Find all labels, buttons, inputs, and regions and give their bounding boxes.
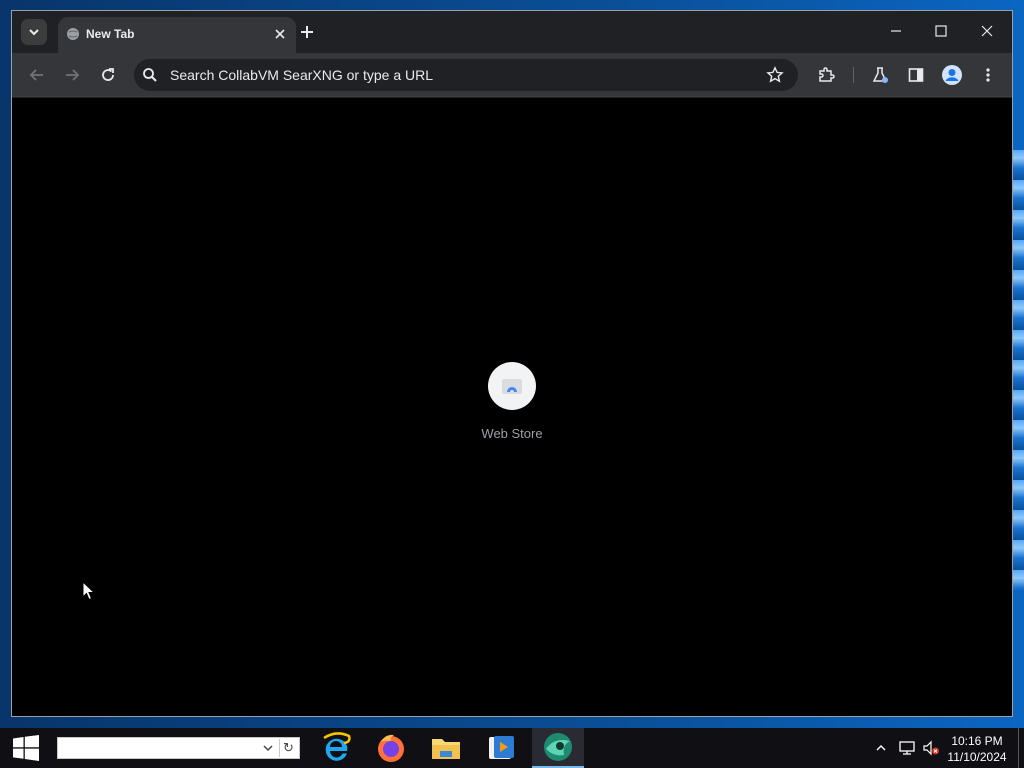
- search-icon: [143, 68, 157, 82]
- side-panel-icon: [908, 68, 924, 82]
- bookmark-star-icon[interactable]: [766, 66, 784, 84]
- firefox-icon: [378, 734, 404, 762]
- taskbar-address-toolbar[interactable]: ↻: [57, 737, 300, 759]
- side-panel-button[interactable]: [904, 63, 928, 87]
- forward-button[interactable]: [60, 63, 84, 87]
- maximize-icon: [935, 25, 947, 37]
- clock-date: 11/10/2024: [947, 750, 1007, 764]
- more-vertical-icon: [986, 68, 990, 82]
- profile-button[interactable]: [940, 63, 964, 87]
- shortcut-label: Web Store: [481, 426, 543, 441]
- browser-window: New Tab Search CollabVM SearXNG or type …: [11, 10, 1013, 717]
- close-icon: [981, 25, 993, 37]
- taskbar-app-firefox[interactable]: [365, 728, 417, 768]
- show-hidden-icons-button[interactable]: [871, 738, 891, 758]
- web-store-icon: [502, 379, 522, 394]
- extensions-button[interactable]: [814, 63, 838, 87]
- refresh-icon: ↻: [283, 740, 294, 755]
- arrow-right-icon: [66, 69, 80, 81]
- refresh-button[interactable]: ↻: [279, 739, 297, 757]
- tab-new-tab[interactable]: New Tab: [58, 17, 296, 53]
- reload-button[interactable]: [96, 63, 120, 87]
- minimize-icon: [891, 30, 901, 32]
- puzzle-icon: [819, 67, 835, 82]
- globe-icon: [67, 28, 79, 40]
- maximize-button[interactable]: [921, 17, 961, 45]
- internet-explorer-icon: [323, 732, 351, 761]
- browser-app-icon: [544, 733, 572, 761]
- chevron-up-icon: [876, 745, 886, 751]
- taskbar-app-internet-explorer[interactable]: [310, 728, 362, 768]
- flask-icon: [872, 67, 888, 83]
- close-icon: [275, 29, 285, 39]
- shortcut-web-store[interactable]: Web Store: [468, 362, 556, 452]
- back-button[interactable]: [25, 63, 49, 87]
- tab-title: New Tab: [86, 27, 135, 41]
- window-close-button[interactable]: [967, 17, 1007, 45]
- tab-search-button[interactable]: [21, 19, 47, 45]
- reload-icon: [102, 68, 114, 81]
- taskbar: ↻ 10:16 PM 11/10/2024: [0, 728, 1024, 768]
- taskbar-app-browser[interactable]: [532, 728, 584, 768]
- labs-button[interactable]: [868, 63, 892, 87]
- volume-button[interactable]: [921, 738, 941, 758]
- taskbar-app-media-player[interactable]: [475, 728, 527, 768]
- clock-time: 10:16 PM: [951, 734, 1003, 748]
- windows-logo-icon: [13, 735, 39, 761]
- toolbar-divider: [853, 67, 854, 83]
- arrow-left-icon: [29, 69, 43, 81]
- network-status-button[interactable]: [897, 738, 917, 758]
- start-button[interactable]: [0, 728, 52, 768]
- plus-icon: [301, 26, 313, 38]
- omnibox[interactable]: Search CollabVM SearXNG or type a URL: [134, 59, 798, 91]
- shortcut-icon-circle: [488, 362, 536, 410]
- menu-button[interactable]: [976, 63, 1000, 87]
- tab-strip: New Tab: [12, 11, 1012, 53]
- new-tab-button[interactable]: [296, 21, 318, 43]
- chevron-down-icon[interactable]: [261, 741, 275, 755]
- tab-close-button[interactable]: [272, 26, 288, 42]
- show-desktop-button[interactable]: [1018, 728, 1024, 768]
- volume-muted-icon: [923, 740, 939, 756]
- omnibox-placeholder: Search CollabVM SearXNG or type a URL: [170, 67, 433, 83]
- mouse-cursor-icon: [82, 581, 96, 601]
- minimize-button[interactable]: [876, 17, 916, 45]
- browser-toolbar: Search CollabVM SearXNG or type a URL: [12, 53, 1012, 97]
- taskbar-app-file-explorer[interactable]: [420, 728, 472, 768]
- media-player-icon: [489, 736, 514, 759]
- folder-icon: [432, 739, 460, 759]
- chevron-down-icon: [29, 29, 39, 36]
- avatar-icon: [942, 65, 962, 85]
- new-tab-page: Web Store: [12, 98, 1012, 716]
- taskbar-clock[interactable]: 10:16 PM 11/10/2024: [944, 733, 1010, 765]
- network-icon: [899, 741, 915, 755]
